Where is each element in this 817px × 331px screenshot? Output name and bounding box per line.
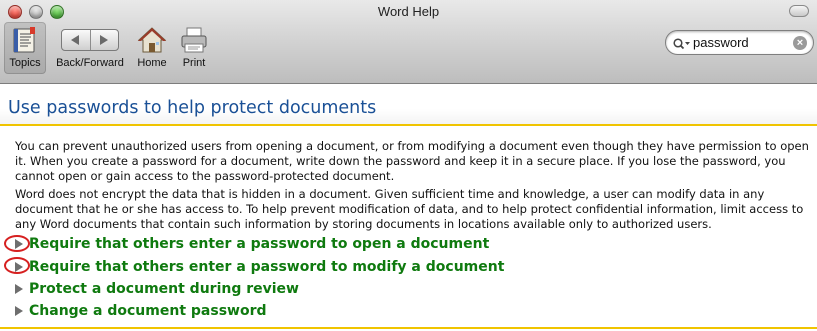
home-button[interactable]: Home bbox=[133, 25, 171, 69]
print-label: Print bbox=[182, 57, 206, 69]
topics-button[interactable]: Topics bbox=[4, 22, 46, 74]
encryption-paragraph: Word does not encrypt the data that is h… bbox=[15, 187, 804, 231]
annotation-circle bbox=[4, 235, 30, 252]
clear-search-icon[interactable]: × bbox=[793, 36, 807, 50]
section-label[interactable]: Protect a document during review bbox=[29, 281, 299, 297]
topics-icon bbox=[4, 25, 46, 55]
back-arrow-icon bbox=[71, 35, 80, 45]
section-label[interactable]: Require that others enter a password to … bbox=[29, 259, 504, 275]
section-modify-password[interactable]: Require that others enter a password to … bbox=[15, 259, 504, 275]
back-forward-buttons bbox=[61, 29, 119, 51]
back-forward-segment bbox=[61, 25, 141, 55]
page-title: Use passwords to help protect documents bbox=[8, 98, 377, 118]
title-divider bbox=[0, 124, 817, 126]
printer-icon bbox=[175, 25, 213, 55]
annotation-circle bbox=[4, 257, 30, 274]
section-open-password[interactable]: Require that others enter a password to … bbox=[15, 236, 489, 252]
search-icon[interactable] bbox=[673, 36, 691, 55]
print-button[interactable]: Print bbox=[175, 25, 213, 69]
section-change-password[interactable]: Change a document password bbox=[15, 303, 267, 319]
bottom-divider bbox=[0, 327, 817, 329]
search-input[interactable] bbox=[693, 34, 793, 51]
back-forward-label: Back/Forward bbox=[56, 57, 124, 69]
toolbar-toggle-button[interactable] bbox=[789, 5, 809, 17]
search-field[interactable]: × bbox=[665, 30, 814, 55]
forward-button[interactable] bbox=[89, 30, 119, 50]
window-title: Word Help bbox=[377, 4, 440, 19]
disclosure-triangle-icon[interactable] bbox=[15, 306, 29, 316]
back-button[interactable] bbox=[62, 30, 90, 50]
back-forward-control: Back/Forward bbox=[50, 25, 130, 69]
window-toolbar: Word Help Topics Back/Forward Home Print… bbox=[0, 0, 817, 84]
section-label[interactable]: Require that others enter a password to … bbox=[29, 236, 489, 252]
section-protect-review[interactable]: Protect a document during review bbox=[15, 281, 299, 297]
section-label[interactable]: Change a document password bbox=[29, 303, 267, 319]
intro-paragraph: You can prevent unauthorized users from … bbox=[15, 139, 809, 183]
home-icon bbox=[133, 25, 171, 55]
disclosure-triangle-icon[interactable] bbox=[15, 284, 29, 294]
home-label: Home bbox=[137, 57, 167, 69]
forward-arrow-icon bbox=[99, 35, 108, 45]
